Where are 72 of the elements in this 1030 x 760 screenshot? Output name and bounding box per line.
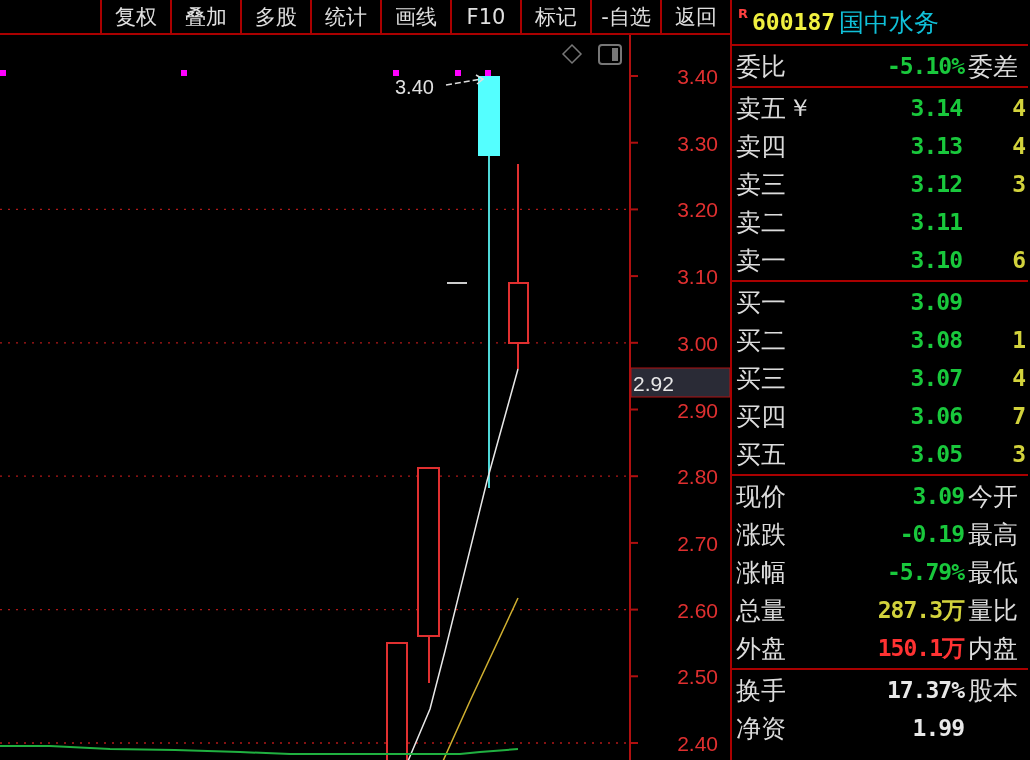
order-price: 3.08 (910, 327, 963, 353)
axis-label: 3.40 (677, 65, 718, 88)
axis-label: 3.20 (677, 198, 718, 222)
order-label: 卖五 (736, 92, 786, 125)
axis-label: 2.90 (677, 398, 718, 422)
order-label: 买五 (736, 438, 786, 471)
order-label: 买二 (736, 324, 786, 357)
row-label: 最低 (967, 556, 1019, 589)
row-label: 委比 (736, 50, 787, 83)
flag-label: R (738, 6, 748, 21)
row-label: 内盘 (967, 632, 1019, 665)
order-label: 买三 (736, 362, 786, 395)
order-price: 3.07 (910, 365, 963, 391)
row-value: 287.3万 (877, 595, 964, 625)
panel-toggle-icon[interactable] (598, 44, 622, 65)
order-price: 3.13 (910, 133, 963, 159)
price-annotation: 3.40 (395, 76, 434, 98)
order-label: 买一 (736, 286, 786, 319)
row-label: 今开 (967, 480, 1019, 513)
currency-mark: ￥ (788, 93, 812, 124)
order-label: 卖三 (736, 168, 786, 201)
row-value: 1.99 (912, 715, 964, 741)
order-price: 3.11 (910, 209, 963, 235)
row-label: 涨幅 (736, 556, 787, 589)
order-volume: 3 (1012, 171, 1026, 197)
axis-label: 2.40 (677, 732, 718, 755)
row-label: 现价 (736, 480, 787, 513)
row-label: 净资 (736, 712, 787, 745)
row-label: 股本 (968, 675, 1018, 705)
order-volume: 3 (1012, 441, 1026, 467)
stock-code: 600187 (752, 9, 836, 35)
row-label: 委差 (967, 50, 1019, 83)
dash-mark (446, 282, 468, 284)
order-volume: 7 (1012, 403, 1026, 429)
order-label: 卖二 (736, 206, 786, 239)
order-price: 3.05 (910, 441, 963, 467)
order-volume: 1 (1012, 327, 1026, 353)
row-value: 17.37% (886, 677, 964, 703)
order-price: 3.10 (910, 247, 963, 273)
order-label: 卖四 (736, 130, 786, 163)
row-label: 量比 (967, 594, 1019, 627)
axis-label: 2.80 (677, 465, 718, 489)
leader-line (445, 74, 485, 86)
row-value: 150.1万 (877, 633, 964, 663)
row-value: -0.19 (899, 521, 964, 547)
row-label: 总量 (736, 594, 787, 627)
order-volume: 4 (1012, 365, 1026, 391)
order-label: 卖一 (736, 244, 786, 277)
order-price: 3.06 (910, 403, 963, 429)
diamond-icon[interactable] (561, 43, 583, 65)
row-label: 涨跌 (736, 518, 787, 551)
axis-label: 3.10 (677, 265, 718, 289)
row-value: -5.79% (886, 559, 964, 585)
row-label: 外盘 (736, 632, 787, 665)
axis-label: 3.00 (677, 331, 718, 355)
order-price: 3.14 (910, 95, 963, 121)
row-value: -5.10% (886, 53, 964, 79)
stock-name: 国中水务 (839, 6, 940, 39)
axis-label: 3.30 (677, 131, 718, 155)
axis-label: 2.60 (677, 598, 718, 622)
price-tag: 2.92 (630, 367, 730, 398)
order-volume: 4 (1012, 95, 1026, 121)
axis-label: 2.50 (677, 665, 718, 689)
order-label: 买四 (736, 400, 786, 433)
row-label: 换手 (736, 674, 787, 707)
order-volume: 6 (1012, 247, 1026, 273)
order-price: 3.12 (910, 171, 963, 197)
row-value: 3.09 (912, 483, 964, 509)
axis-label: 2.70 (677, 531, 718, 555)
order-price: 3.09 (910, 289, 963, 315)
row-label: 最高 (967, 518, 1019, 551)
order-volume: 4 (1012, 133, 1026, 159)
